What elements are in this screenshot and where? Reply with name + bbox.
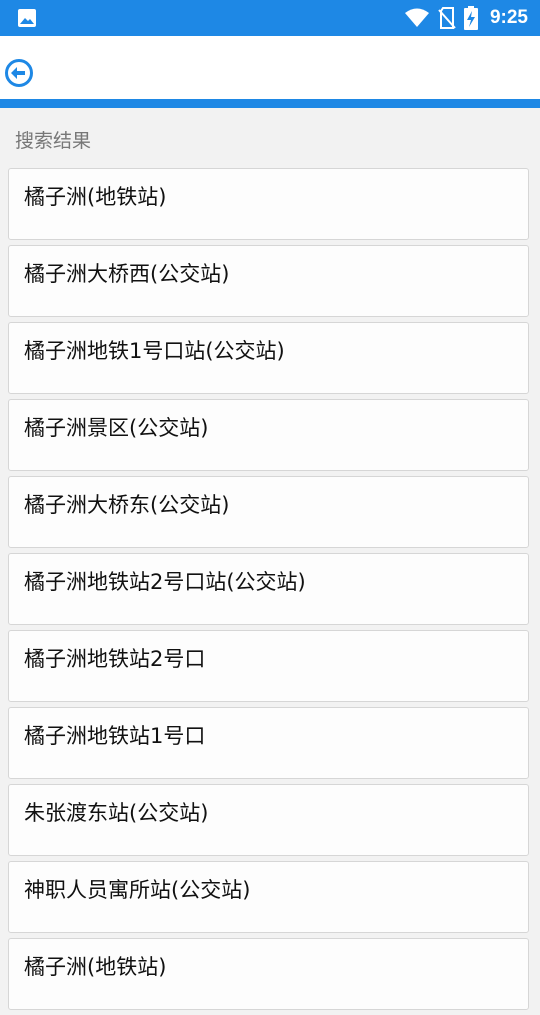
result-label: 橘子洲(地铁站): [24, 955, 167, 979]
battery-charging-icon: [463, 6, 478, 30]
no-sim-icon: [438, 7, 456, 29]
status-bar: 9:25: [0, 0, 540, 36]
result-label: 橘子洲大桥西(公交站): [24, 262, 230, 286]
result-item[interactable]: 橘子洲景区(公交站): [8, 399, 529, 471]
result-label: 橘子洲(地铁站): [24, 185, 167, 209]
section-label: 搜索结果: [15, 130, 92, 152]
result-label: 橘子洲大桥东(公交站): [24, 493, 230, 517]
result-item[interactable]: 橘子洲地铁站1号口: [8, 707, 529, 779]
back-icon[interactable]: [4, 58, 34, 88]
toolbar-accent-line: [0, 99, 540, 108]
result-item[interactable]: 橘子洲地铁1号口站(公交站): [8, 322, 529, 394]
result-item[interactable]: 神职人员寓所站(公交站): [8, 861, 529, 933]
result-label: 橘子洲地铁站2号口站(公交站): [24, 570, 306, 594]
result-item[interactable]: 橘子洲大桥东(公交站): [8, 476, 529, 548]
result-item[interactable]: 朱张渡东站(公交站): [8, 784, 529, 856]
result-item[interactable]: 橘子洲大桥西(公交站): [8, 245, 529, 317]
result-label: 橘子洲地铁站2号口: [24, 647, 206, 671]
result-item[interactable]: 橘子洲(地铁站): [8, 168, 529, 240]
result-item[interactable]: 橘子洲地铁站2号口: [8, 630, 529, 702]
toolbar: [0, 36, 540, 99]
result-label: 橘子洲地铁1号口站(公交站): [24, 339, 285, 363]
status-time: 9:25: [489, 7, 528, 28]
results-list: 橘子洲(地铁站) 橘子洲大桥西(公交站) 橘子洲地铁1号口站(公交站) 橘子洲景…: [8, 168, 531, 1015]
result-label: 神职人员寓所站(公交站): [24, 878, 251, 902]
result-label: 橘子洲地铁站1号口: [24, 724, 206, 748]
result-item[interactable]: 橘子洲地铁站2号口站(公交站): [8, 553, 529, 625]
wifi-icon: [404, 8, 429, 27]
result-label: 橘子洲景区(公交站): [24, 416, 209, 440]
result-label: 朱张渡东站(公交站): [24, 801, 209, 825]
result-item[interactable]: 橘子洲(地铁站): [8, 938, 529, 1010]
image-notification-icon: [18, 9, 36, 27]
